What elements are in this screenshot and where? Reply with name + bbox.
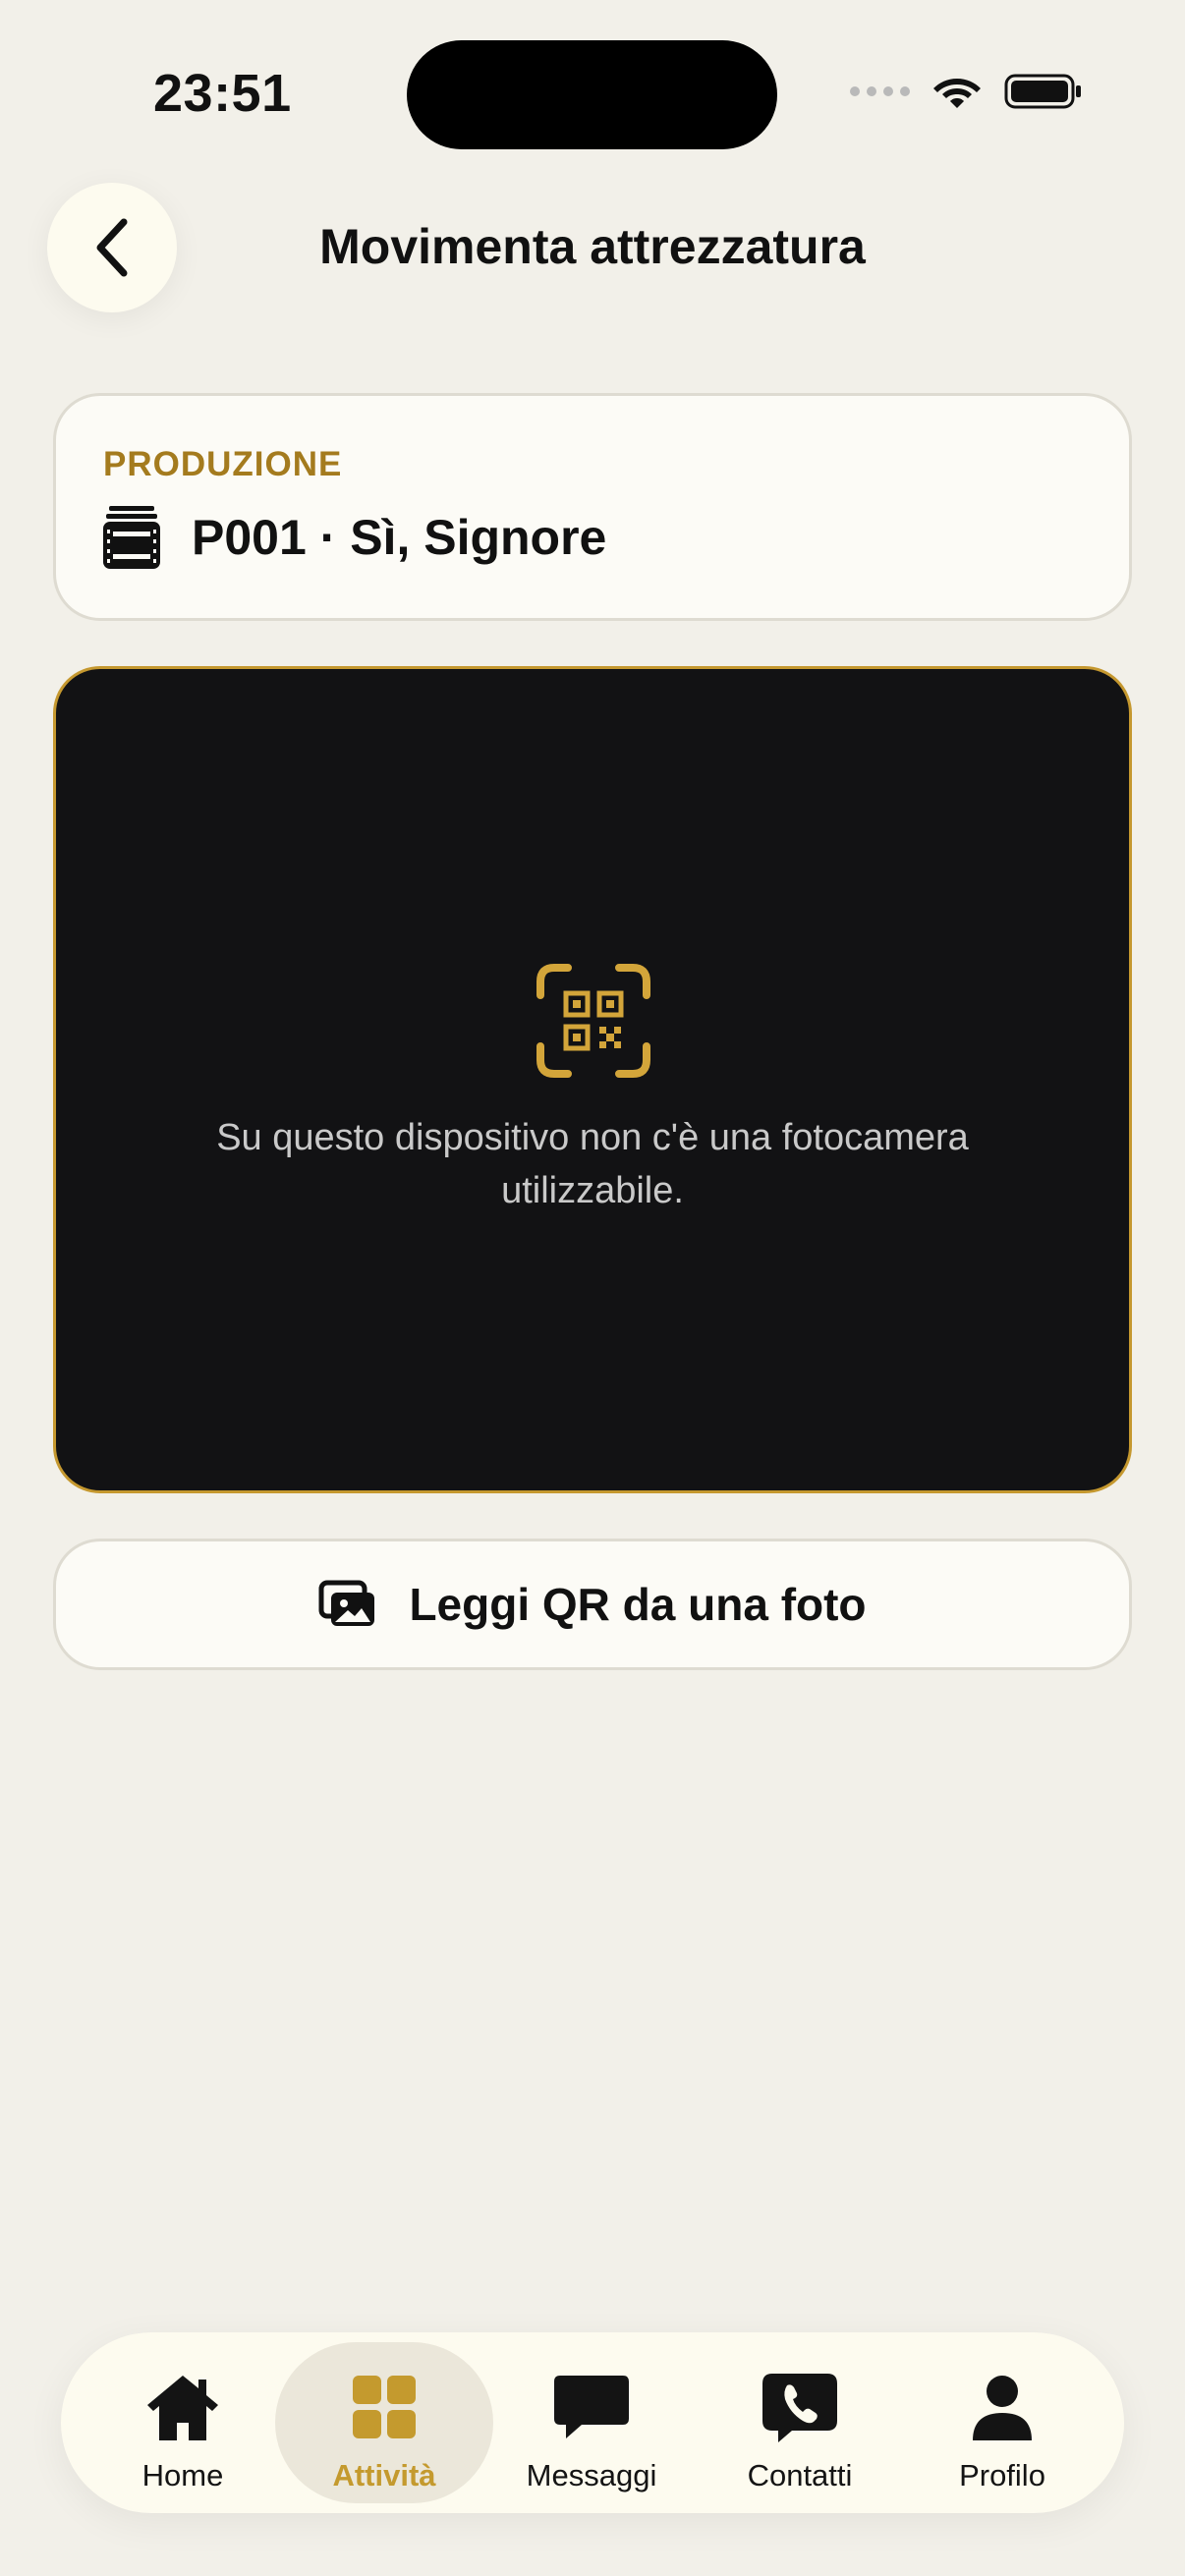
tab-label-profilo: Profilo [959, 2458, 1045, 2492]
page-title: Movimenta attrezzatura [319, 219, 866, 274]
read-qr-from-photo-label: Leggi QR da una foto [409, 1579, 867, 1630]
tab-label-messaggi: Messaggi [526, 2458, 657, 2492]
tab-attivita[interactable]: Attività [275, 2342, 493, 2503]
wifi-icon [933, 79, 981, 108]
read-qr-from-photo-button[interactable]: Leggi QR da una foto [53, 1539, 1132, 1670]
tab-label-home: Home [141, 2458, 224, 2492]
status-time: 23:51 [153, 64, 292, 123]
qr-scan-icon [536, 964, 650, 1078]
home-icon [147, 2376, 218, 2440]
person-icon [973, 2376, 1032, 2440]
battery-icon [1004, 74, 1081, 109]
tab-contatti[interactable]: Contatti [702, 2342, 898, 2503]
production-name: P001 · Sì, Signore [192, 510, 607, 565]
qr-scanner-area: Su questo dispositivo non c'è una fotoca… [53, 666, 1132, 1493]
status-icons [850, 73, 1083, 110]
dynamic-island [407, 40, 777, 149]
chat-bubble-icon [554, 2376, 629, 2438]
tab-messaggi[interactable]: Messaggi [493, 2342, 690, 2503]
grid-icon [353, 2376, 416, 2438]
film-icon [103, 506, 160, 569]
tab-label-contatti: Contatti [747, 2458, 853, 2492]
phone-icon [762, 2374, 837, 2442]
production-card: PRODUZIONE P001 · Sì, Signore [53, 393, 1132, 621]
production-label: PRODUZIONE [103, 445, 343, 483]
tab-label-attivita: Attività [332, 2458, 436, 2492]
no-camera-message: Su questo dispositivo non c'è una fotoca… [216, 1117, 969, 1211]
tab-bar: Home Attività Messaggi Contatti Profilo [61, 2332, 1124, 2513]
app-screen: 23:51 Movimenta attrezzatura PRODUZIONE [0, 0, 1185, 2576]
photo-gallery-icon [318, 1580, 375, 1626]
tab-home[interactable]: Home [85, 2342, 281, 2503]
cellular-signal-icon [850, 86, 910, 96]
tab-profilo[interactable]: Profilo [904, 2342, 1100, 2503]
